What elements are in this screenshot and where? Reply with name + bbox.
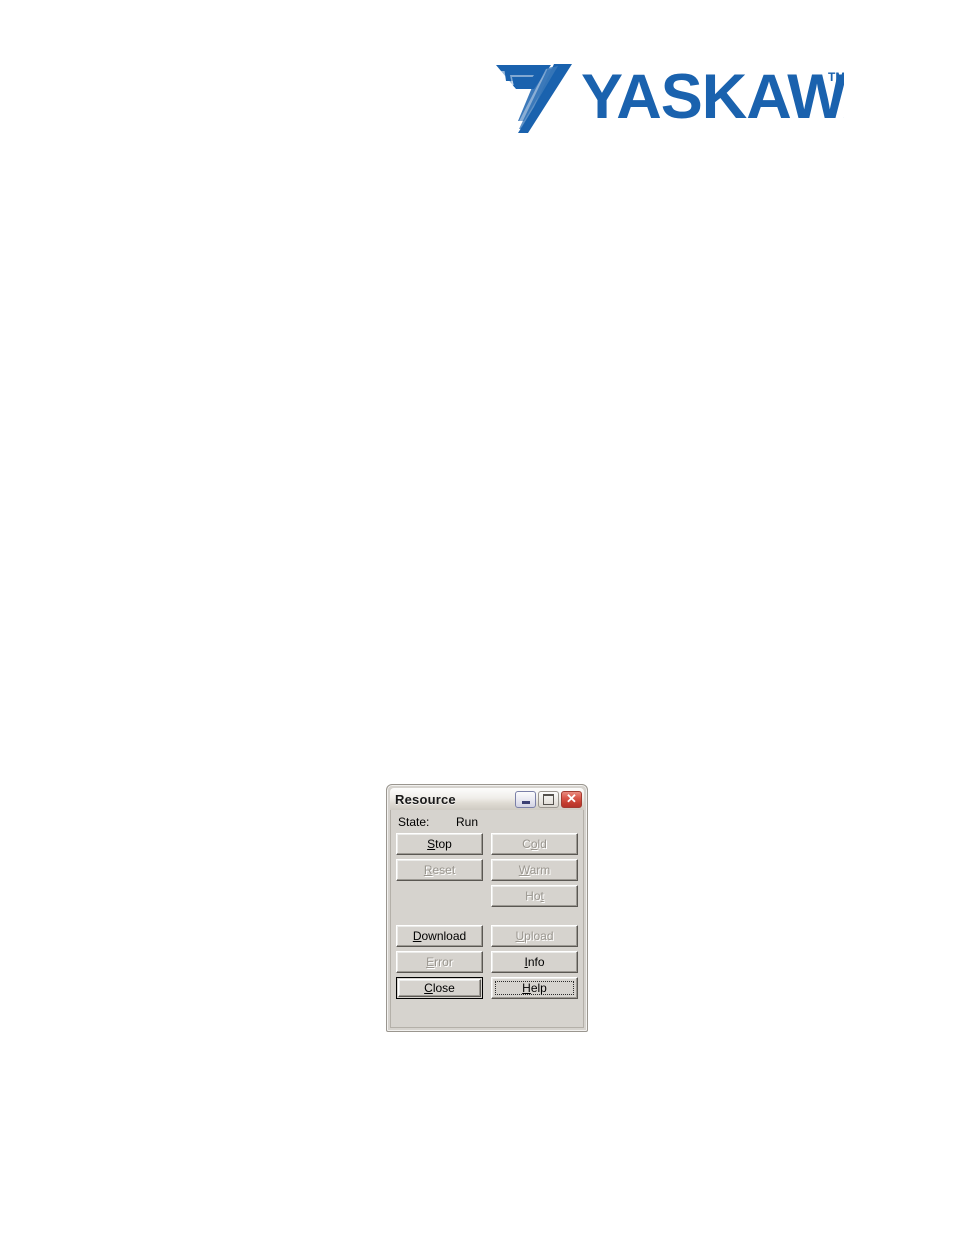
state-row: State: Run bbox=[396, 814, 578, 831]
close-icon[interactable]: ✕ bbox=[561, 790, 582, 808]
cell-upload: Upload bbox=[491, 925, 578, 947]
svg-text:YASKAWA: YASKAWA bbox=[581, 62, 844, 132]
state-value: Run bbox=[456, 815, 479, 829]
yaskawa-mark-icon bbox=[496, 64, 572, 133]
cold-button[interactable]: Cold bbox=[491, 833, 578, 855]
close-dialog-button-label: lose bbox=[432, 980, 455, 995]
trademark-symbol: TM bbox=[828, 70, 844, 84]
info-button[interactable]: Info bbox=[491, 951, 578, 973]
minimize-icon[interactable] bbox=[515, 790, 536, 808]
close-dialog-button[interactable]: Close bbox=[398, 979, 481, 997]
help-button-mnemonic: H bbox=[522, 980, 531, 995]
warm-button[interactable]: Warm bbox=[491, 859, 578, 881]
upload-button-label: pload bbox=[524, 928, 554, 943]
cell-download: Download bbox=[396, 925, 483, 947]
yaskawa-wordmark: YASKAWA TM bbox=[581, 62, 844, 132]
error-button[interactable]: Error bbox=[396, 951, 483, 973]
cell-reset: Reset bbox=[396, 859, 483, 881]
maximize-icon[interactable] bbox=[538, 790, 559, 808]
cell-stop: Stop bbox=[396, 833, 483, 855]
resource-dialog-window: Resource ✕ State: Run Stop Cold Reset Wa… bbox=[386, 784, 588, 1032]
cell-info: Info bbox=[491, 951, 578, 973]
cold-button-prefix: C bbox=[522, 836, 531, 851]
yaskawa-logo-svg: YASKAWA TM bbox=[496, 62, 844, 133]
upload-button-mnemonic: U bbox=[515, 928, 525, 943]
error-button-mnemonic: E bbox=[426, 954, 435, 969]
cold-button-label: ld bbox=[537, 836, 547, 851]
grid-spacer-left bbox=[396, 911, 483, 921]
cell-error: Error bbox=[396, 951, 483, 973]
close-dialog-button-mnemonic: C bbox=[424, 980, 433, 995]
cell-close: Close bbox=[396, 977, 483, 999]
dialog-titlebar[interactable]: Resource ✕ bbox=[390, 788, 584, 810]
state-label: State: bbox=[398, 815, 430, 829]
cell-empty-left bbox=[396, 885, 483, 907]
hot-button[interactable]: Hot bbox=[491, 885, 578, 907]
download-button[interactable]: Download bbox=[396, 925, 483, 947]
cell-cold: Cold bbox=[491, 833, 578, 855]
empty-slot bbox=[396, 885, 483, 907]
button-grid: Stop Cold Reset Warm Hot Download Upload… bbox=[396, 833, 578, 999]
download-button-label: ownload bbox=[421, 928, 467, 943]
upload-button[interactable]: Upload bbox=[491, 925, 578, 947]
cold-button-mnemonic: o bbox=[530, 836, 538, 851]
cell-hot: Hot bbox=[491, 885, 578, 907]
warm-button-mnemonic: W bbox=[518, 862, 530, 877]
yaskawa-logo: YASKAWA TM bbox=[494, 55, 844, 140]
grid-spacer-right bbox=[491, 911, 578, 921]
dialog-title: Resource bbox=[395, 791, 456, 807]
cell-warm: Warm bbox=[491, 859, 578, 881]
error-button-label: rror bbox=[434, 954, 453, 969]
window-controls: ✕ bbox=[515, 790, 582, 808]
reset-button[interactable]: Reset bbox=[396, 859, 483, 881]
warm-button-label: arm bbox=[529, 862, 551, 877]
help-button-label: elp bbox=[530, 980, 547, 995]
reset-button-label: eset bbox=[432, 862, 456, 877]
stop-button-mnemonic: S bbox=[427, 836, 436, 851]
close-default-outline: Close bbox=[396, 977, 483, 999]
stop-button-label: top bbox=[435, 836, 452, 851]
cell-help: Help bbox=[491, 977, 578, 999]
close-x-glyph: ✕ bbox=[566, 790, 577, 806]
stop-button[interactable]: Stop bbox=[396, 833, 483, 855]
dialog-client-area: State: Run Stop Cold Reset Warm Hot Down… bbox=[390, 810, 584, 1028]
hot-button-mnemonic: t bbox=[540, 888, 544, 903]
info-button-label: nfo bbox=[527, 954, 545, 969]
hot-button-prefix: Ho bbox=[525, 888, 541, 903]
help-button[interactable]: Help bbox=[491, 977, 578, 999]
